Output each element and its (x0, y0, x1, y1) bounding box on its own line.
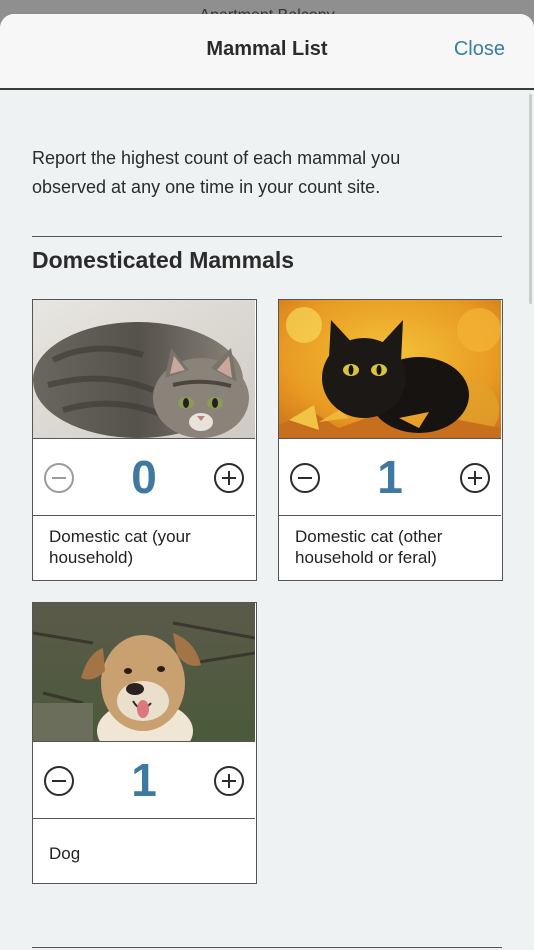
mammal-name: Domestic cat (other household or feral) (295, 527, 443, 567)
instructions-text: Report the highest count of each mammal … (32, 148, 401, 197)
increment-button[interactable] (214, 463, 244, 493)
mammal-name: Dog (49, 844, 81, 863)
increment-button[interactable] (214, 766, 244, 796)
mammal-card-domestic-cat-household: 0 Domestic cat (your household) (32, 299, 257, 581)
tabby-cat-photo (33, 300, 255, 438)
mammal-list-sheet: Mammal List Close Report the highest cou… (0, 14, 534, 950)
section-divider (32, 236, 502, 237)
scrollbar[interactable] (529, 94, 532, 304)
section-title: Domesticated Mammals (32, 247, 295, 273)
black-cat-photo (279, 300, 501, 438)
mammal-card-dog: 1 Dog (32, 602, 257, 884)
mammal-name: Domestic cat (your household) (49, 527, 191, 567)
dog-photo (33, 603, 255, 741)
nav-bar: Mammal List Close (0, 14, 534, 90)
section-divider (32, 947, 502, 948)
close-button[interactable]: Close (454, 38, 505, 61)
count-stepper: 1 (33, 741, 255, 819)
mammal-card-domestic-cat-other: 1 Domestic cat (other household or feral… (278, 299, 503, 581)
count-stepper: 0 (33, 438, 255, 516)
count-stepper: 1 (279, 438, 501, 516)
increment-button[interactable] (460, 463, 490, 493)
